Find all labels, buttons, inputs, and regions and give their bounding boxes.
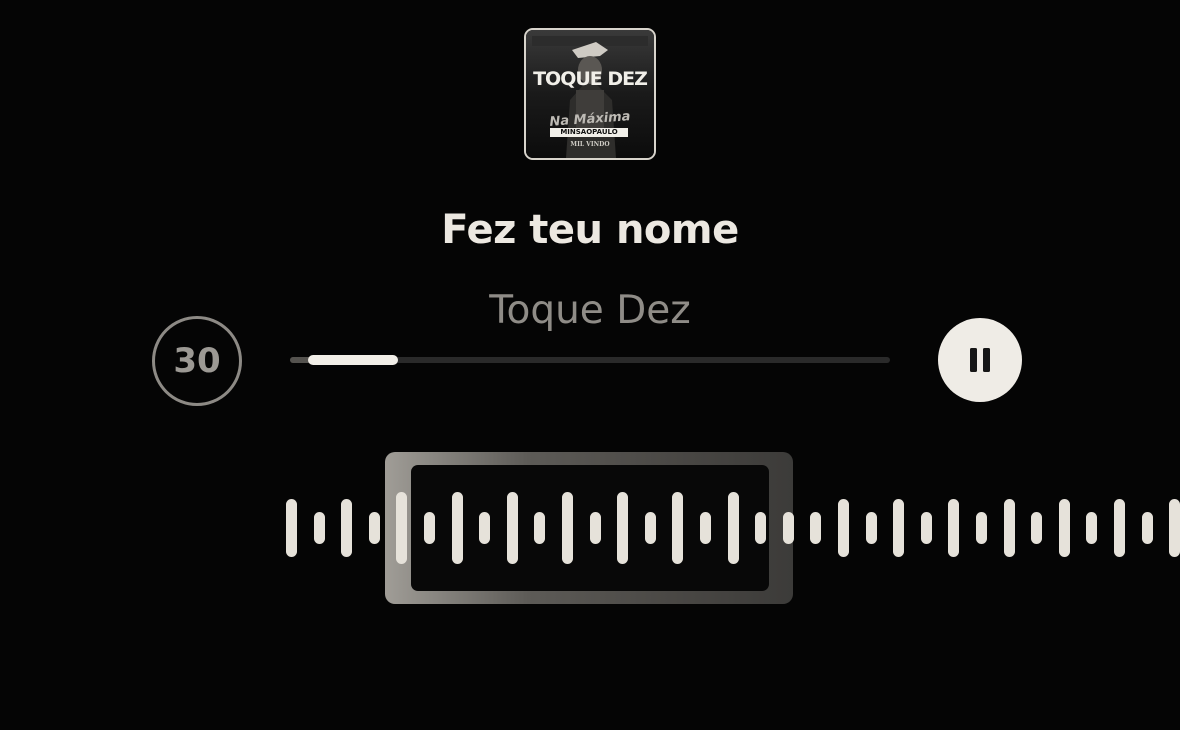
waveform-bar (948, 499, 959, 557)
progress-played (308, 355, 398, 365)
album-cover-artwork (526, 30, 654, 158)
waveform-bar (893, 499, 904, 557)
skip-30-icon: 30 (173, 341, 221, 381)
waveform-bar (1169, 499, 1180, 557)
waveform-bar (424, 512, 435, 544)
song-title: Fez teu nome (441, 207, 739, 253)
player-screen: TOQUE DEZ Na Máxima MINSAOPAULO MIL VIND… (0, 0, 1180, 730)
waveform-bar (286, 499, 297, 557)
waveform-bar (341, 499, 352, 557)
waveform-bar (645, 512, 656, 544)
waveform-bar (314, 512, 325, 544)
waveform-bar (369, 512, 380, 544)
album-cover-footer: MIL VINDO (570, 141, 610, 148)
clip-start-handle[interactable] (385, 452, 411, 604)
waveform-bar (507, 492, 518, 564)
waveform-bar (452, 492, 463, 564)
waveform-bar (617, 492, 628, 564)
waveform-bar (562, 492, 573, 564)
pause-icon (970, 348, 990, 372)
waveform-bar (672, 492, 683, 564)
waveform-bar (1059, 499, 1070, 557)
waveform-bar (1086, 512, 1097, 544)
waveform-bar (534, 512, 545, 544)
waveform-bar (479, 512, 490, 544)
waveform-bar (976, 512, 987, 544)
clip-end-handle[interactable] (769, 452, 793, 604)
album-cover-banner: MINSAOPAULO (550, 128, 628, 137)
waveform-bar (1142, 512, 1153, 544)
album-cover[interactable]: TOQUE DEZ Na Máxima MINSAOPAULO MIL VIND… (524, 28, 656, 160)
album-cover-title: TOQUE DEZ (533, 68, 648, 90)
waveform-bar (1114, 499, 1125, 557)
waveform[interactable] (0, 440, 1180, 620)
waveform-bar (590, 512, 601, 544)
waveform-bar (838, 499, 849, 557)
waveform-bar (755, 512, 766, 544)
skip-30-button[interactable]: 30 (152, 316, 242, 406)
progress-bar[interactable] (290, 355, 890, 365)
waveform-bar (1031, 512, 1042, 544)
waveform-bar (866, 512, 877, 544)
waveform-bar (700, 512, 711, 544)
waveform-bar (1004, 499, 1015, 557)
pause-button[interactable] (938, 318, 1022, 402)
waveform-bar (728, 492, 739, 564)
waveform-bar (921, 512, 932, 544)
waveform-bar (810, 512, 821, 544)
